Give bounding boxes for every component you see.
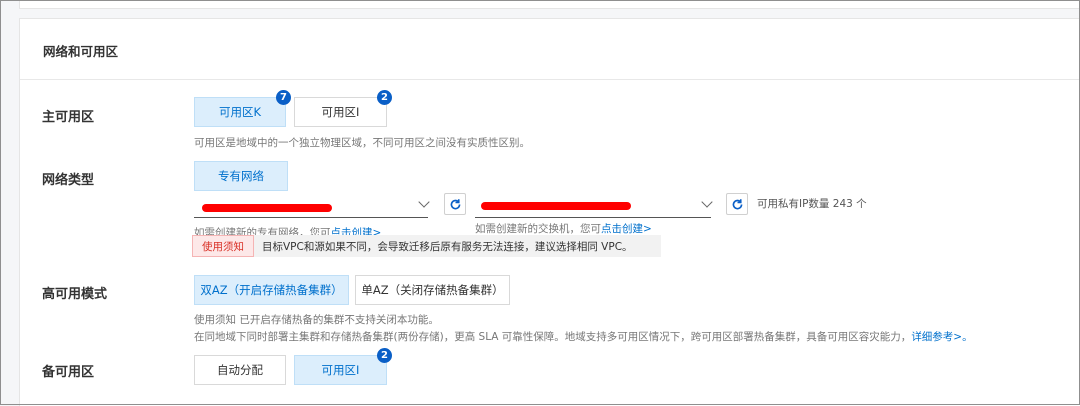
- create-vswitch-link[interactable]: 点击创建>: [601, 223, 652, 235]
- ha-mode-hint-1: 使用须知 已开启存储热备的集群不支持关闭本功能。: [194, 314, 439, 326]
- ha-mode-single-az-option[interactable]: 单AZ（关闭存储热备集群）: [355, 275, 510, 305]
- vswitch-select[interactable]: [475, 193, 713, 218]
- stock-badge: 2: [377, 348, 392, 363]
- refresh-icon[interactable]: [444, 193, 466, 215]
- network-type-vpc-option[interactable]: 专有网络: [194, 161, 288, 191]
- notice-text: 目标VPC和源如果不同，会导致迁移后原有服务无法连接，建议选择相同 VPC。: [262, 240, 633, 253]
- redaction-mark: [202, 204, 332, 212]
- backup-zone-option-i[interactable]: 可用区I 2: [294, 348, 392, 385]
- network-zone-card: 网络和可用区 主可用区 可用区K 7 可用区I 2 可用区是地域中的一个独立物理…: [19, 18, 1080, 406]
- card-header: 网络和可用区: [20, 19, 1080, 80]
- section-title: 网络和可用区: [43, 44, 119, 59]
- ha-detail-link[interactable]: 详细参考>。: [911, 331, 972, 343]
- ha-mode-label: 高可用模式: [42, 287, 108, 302]
- option-label: 可用区I: [321, 105, 360, 119]
- refresh-icon[interactable]: [726, 193, 748, 215]
- chevron-down-icon: [418, 196, 430, 208]
- primary-zone-hint: 可用区是地域中的一个独立物理区域，不同可用区之间没有实质性区别。: [194, 137, 530, 149]
- primary-zone-option-i[interactable]: 可用区I 2: [294, 90, 392, 127]
- ha-mode-dual-az-option[interactable]: 双AZ（开启存储热备集群）: [194, 275, 349, 305]
- primary-zone-option-k[interactable]: 可用区K 7: [194, 90, 291, 127]
- option-label: 可用区I: [321, 363, 360, 377]
- notice-tag: 使用须知: [192, 235, 254, 257]
- option-label: 双AZ（开启存储热备集群）: [200, 283, 343, 297]
- stock-badge: 2: [377, 90, 392, 105]
- ha-mode-hint-2: 在同地域下同时部署主集群和存储热备集群(两份存储)，更高 SLA 可靠性保障。地…: [194, 329, 973, 344]
- hint-text: 在同地域下同时部署主集群和存储热备集群(两份存储)，更高 SLA 可靠性保障。地…: [194, 331, 912, 343]
- vpc-notice: 使用须知 目标VPC和源如果不同，会导致迁移后原有服务无法连接，建议选择相同 V…: [192, 235, 661, 257]
- chevron-down-icon: [701, 196, 713, 208]
- vpc-select[interactable]: [194, 193, 430, 218]
- option-label: 自动分配: [217, 363, 263, 377]
- backup-zone-label: 备可用区: [42, 365, 95, 380]
- option-label: 可用区K: [218, 105, 262, 119]
- option-label: 专有网络: [218, 169, 264, 183]
- available-ip-count: 可用私有IP数量 243 个: [757, 198, 867, 210]
- previous-section-card: [19, 0, 1080, 9]
- hint-text: 如需创建新的交换机，您可: [475, 223, 601, 235]
- network-type-label: 网络类型: [42, 173, 95, 188]
- stock-badge: 7: [276, 90, 291, 105]
- backup-zone-auto-option[interactable]: 自动分配: [194, 355, 286, 385]
- redaction-mark: [481, 202, 631, 210]
- vswitch-create-hint: 如需创建新的交换机，您可点击创建>: [475, 221, 652, 236]
- primary-zone-label: 主可用区: [42, 110, 95, 125]
- option-label: 单AZ（关闭存储热备集群）: [361, 283, 504, 297]
